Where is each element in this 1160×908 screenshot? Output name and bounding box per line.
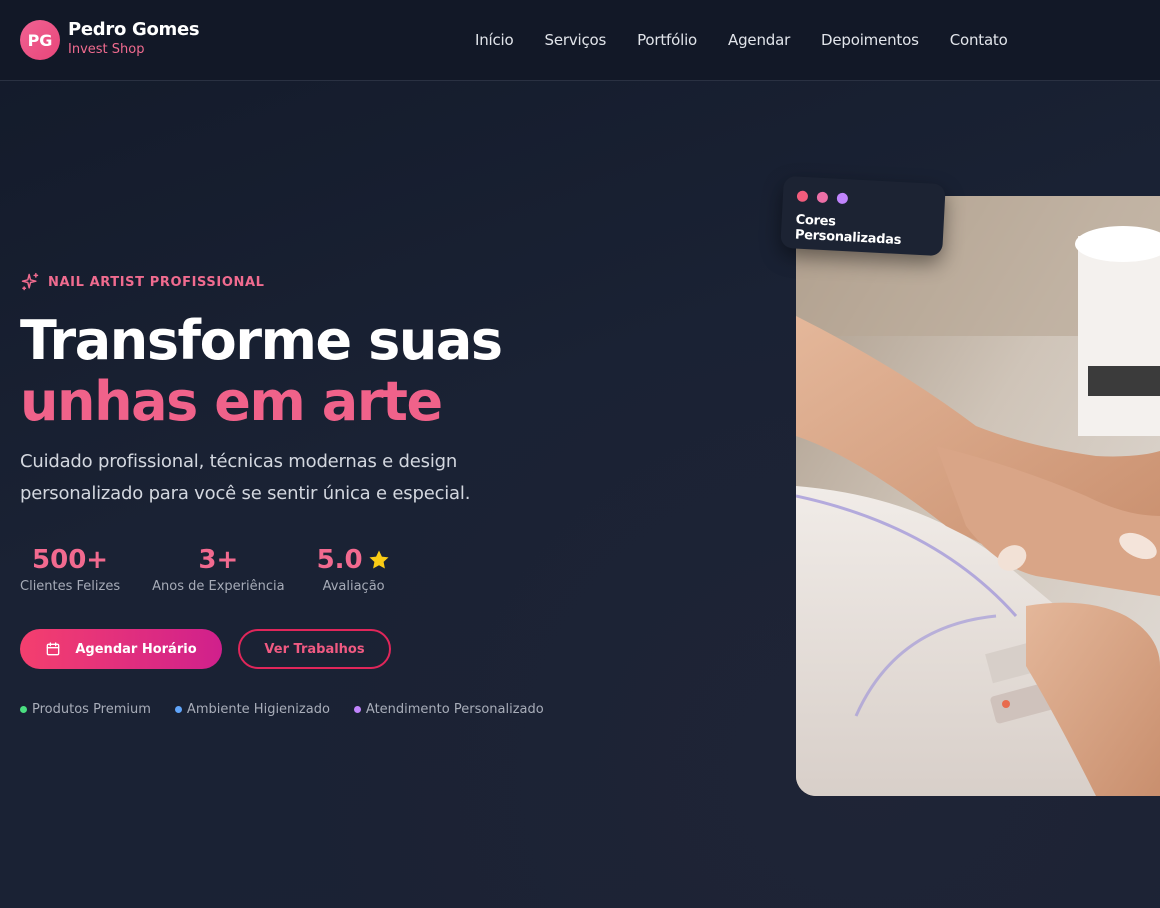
brand-subtitle: Invest Shop bbox=[68, 41, 145, 57]
brand-text: Pedro Gomes Invest Shop bbox=[68, 18, 200, 59]
stat-experience: 3+ Anos de Experiência bbox=[152, 544, 284, 596]
hero-title: Transforme suas unhas em arte bbox=[20, 310, 540, 432]
schedule-button-label: Agendar Horário bbox=[75, 641, 197, 657]
brand-logo[interactable]: PG bbox=[20, 20, 60, 60]
nav-link-servicos[interactable]: Serviços bbox=[545, 30, 607, 50]
hero-subtitle: Cuidado profissional, técnicas modernas … bbox=[20, 451, 471, 504]
star-icon bbox=[369, 550, 389, 569]
hero-eyebrow: NAIL ARTIST PROFISSIONAL bbox=[20, 272, 265, 292]
feature-dot bbox=[20, 706, 27, 713]
sparkles-icon bbox=[21, 272, 39, 291]
custom-colors-card: Cores Personalizadas bbox=[780, 175, 946, 257]
schedule-button[interactable]: Agendar Horário bbox=[20, 629, 222, 669]
manicure-photo-illustration bbox=[796, 196, 1160, 796]
stat-rating: 5.0 Avaliação bbox=[317, 544, 391, 596]
calendar-icon bbox=[47, 642, 60, 656]
stat-label: Clientes Felizes bbox=[20, 579, 121, 594]
nav-link-depoimentos[interactable]: Depoimentos bbox=[821, 30, 919, 50]
stat-number: 5.0 bbox=[316, 545, 363, 575]
color-dot bbox=[816, 191, 829, 204]
feature-label: Atendimento Personalizado bbox=[365, 702, 544, 717]
stat-number: 3+ bbox=[198, 545, 239, 575]
stat-label: Avaliação bbox=[322, 579, 385, 594]
nav-link-agendar[interactable]: Agendar bbox=[728, 30, 790, 50]
stat-label: Anos de Experiência bbox=[152, 579, 285, 594]
hero-stats: 500+ Clientes Felizes 3+ Anos de Experiê… bbox=[20, 544, 423, 596]
hero-features: Produtos Premium Ambiente Higienizado At… bbox=[20, 702, 568, 717]
hero-photo bbox=[796, 196, 1160, 796]
nav-link-contato[interactable]: Contato bbox=[950, 30, 1008, 50]
feature-item: Ambiente Higienizado bbox=[174, 702, 330, 717]
custom-colors-label: Cores Personalizadas bbox=[794, 212, 902, 249]
brand[interactable]: PG Pedro Gomes Invest Shop bbox=[20, 18, 200, 60]
hero-eyebrow-label: NAIL ARTIST PROFISSIONAL bbox=[48, 274, 265, 290]
color-dots bbox=[796, 190, 857, 205]
nav-link-inicio[interactable]: Início bbox=[475, 30, 514, 50]
stat-value: 500+ bbox=[32, 544, 108, 576]
hero-title-line1: Transforme suas bbox=[20, 309, 503, 372]
main-nav: Início Serviços Portfólio Agendar Depoim… bbox=[475, 30, 1039, 50]
feature-label: Produtos Premium bbox=[32, 702, 151, 717]
color-dot bbox=[836, 192, 849, 205]
feature-label: Ambiente Higienizado bbox=[186, 702, 330, 717]
nav-link-portfolio[interactable]: Portfólio bbox=[637, 30, 697, 50]
hero-title-line2: unhas em arte bbox=[20, 370, 443, 433]
feature-dot bbox=[174, 706, 182, 713]
feature-dot bbox=[353, 706, 361, 713]
brand-name: Pedro Gomes bbox=[68, 18, 200, 40]
stat-clients: 500+ Clientes Felizes bbox=[20, 544, 120, 596]
color-dot bbox=[796, 190, 809, 203]
navbar: PG Pedro Gomes Invest Shop Início Serviç… bbox=[0, 0, 1160, 81]
feature-item: Atendimento Personalizado bbox=[353, 702, 544, 717]
feature-item: Produtos Premium bbox=[20, 702, 151, 717]
stat-value: 3+ bbox=[198, 544, 238, 576]
stat-number: 500+ bbox=[32, 545, 109, 575]
view-work-button[interactable]: Ver Trabalhos bbox=[238, 629, 391, 669]
stat-value: 5.0 bbox=[317, 544, 391, 576]
